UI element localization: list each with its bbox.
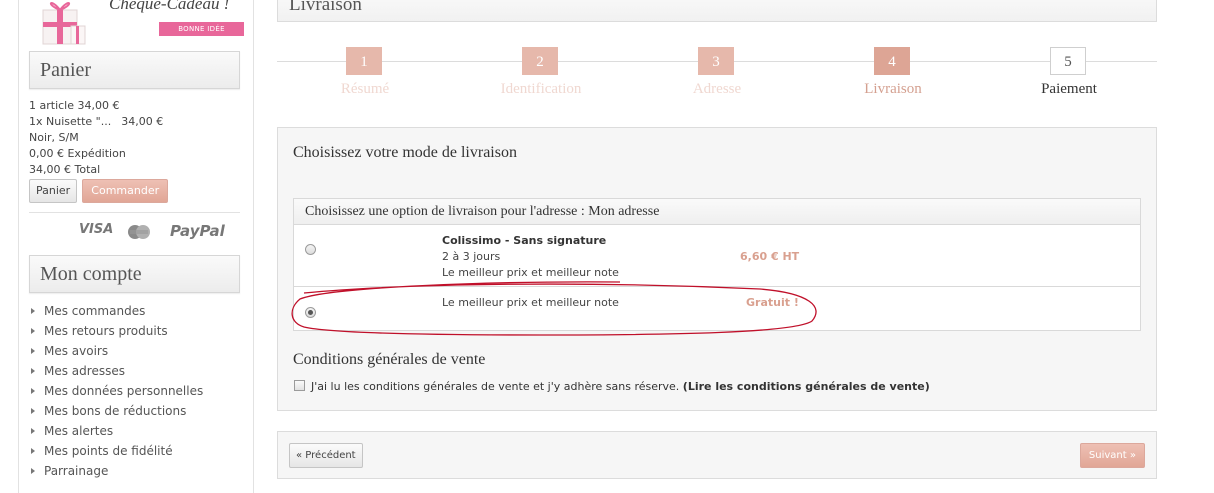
account-item-addresses[interactable]: Mes adresses: [29, 363, 203, 383]
mastercard-icon: [128, 225, 150, 239]
delivery-option-price: 6,60 € HT: [740, 250, 800, 263]
arrow-right-icon: [31, 328, 35, 334]
cart-buttons: Panier Commander: [29, 179, 169, 203]
cart-total: 34,00 € Total: [29, 163, 101, 176]
arrow-right-icon: [31, 468, 35, 474]
account-item-label: Mes points de fidélité: [44, 444, 173, 458]
account-item-label: Mes alertes: [44, 424, 114, 438]
payment-logos: VISA PayPal: [59, 222, 249, 242]
account-item-vouchers[interactable]: Mes bons de réductions: [29, 403, 203, 423]
account-item-orders[interactable]: Mes commandes: [29, 303, 203, 323]
terms-checkbox[interactable]: [294, 380, 305, 391]
step-3-label[interactable]: Adresse: [637, 81, 797, 98]
arrow-right-icon: [31, 368, 35, 374]
arrow-right-icon: [31, 428, 35, 434]
arrow-right-icon: [31, 308, 35, 314]
delivery-option-note: Le meilleur prix et meilleur note: [442, 296, 619, 309]
account-menu: Mes commandes Mes retours produits Mes a…: [29, 303, 203, 483]
gift-box-icon: [42, 2, 86, 45]
gift-card-title: Chèque-Cadeau !: [109, 0, 230, 13]
cart-item: 1x Nuisette "... 34,00 €: [29, 114, 239, 130]
sidebar-divider: [29, 212, 240, 213]
delivery-option-row[interactable]: Le meilleur prix et meilleur note Gratui…: [294, 288, 1140, 330]
account-item-alerts[interactable]: Mes alertes: [29, 423, 203, 443]
cart-item-price: 34,00 €: [121, 115, 164, 128]
gift-card-tag: BONNE IDÉE: [159, 22, 244, 36]
arrow-right-icon: [31, 348, 35, 354]
account-item-label: Mes adresses: [44, 364, 125, 378]
step-5-label: Paiement: [1041, 81, 1097, 97]
delivery-option-note: Le meilleur prix et meilleur note: [442, 266, 619, 279]
step-4-label: Livraison: [864, 81, 922, 97]
delivery-option-delay: 2 à 3 jours: [442, 250, 501, 263]
account-item-personal-data[interactable]: Mes données personnelles: [29, 383, 203, 403]
visa-logo: VISA: [79, 222, 114, 237]
terms-label[interactable]: J'ai lu les conditions générales de vent…: [311, 380, 930, 393]
cart-count: 1 article 34,00 €: [29, 99, 120, 112]
delivery-panel: Choisissez votre mode de livraison Chois…: [277, 127, 1157, 411]
step-1-number: 1: [346, 47, 382, 75]
delivery-option-radio[interactable]: [305, 244, 316, 255]
page-header: Livraison: [277, 0, 1157, 22]
gift-card-banner[interactable]: Chèque-Cadeau ! BONNE IDÉE: [29, 0, 251, 48]
cart-button[interactable]: Panier: [29, 179, 78, 203]
terms-link[interactable]: (Lire les conditions générales de vente): [683, 380, 930, 393]
account-item-returns[interactable]: Mes retours produits: [29, 323, 203, 343]
page-title: Livraison: [289, 0, 362, 15]
previous-button[interactable]: « Précédent: [289, 443, 363, 468]
terms-title: Conditions générales de vente: [293, 351, 486, 368]
account-item-loyalty[interactable]: Mes points de fidélité: [29, 443, 203, 463]
cart-shipping: 0,00 € Expédition: [29, 147, 126, 160]
step-5-number: 5: [1050, 47, 1086, 75]
cart-item-variant: Noir, S/M: [29, 131, 79, 144]
step-2-number: 2: [522, 47, 558, 75]
step-1-label[interactable]: Résumé: [285, 81, 445, 98]
delivery-option-price: Gratuit !: [746, 296, 799, 309]
step-3-number: 3: [698, 47, 734, 75]
account-item-label: Mes avoirs: [44, 344, 109, 358]
account-item-label: Mes données personnelles: [44, 384, 204, 398]
account-heading[interactable]: Mon compte: [29, 255, 240, 293]
paypal-logo: PayPal: [170, 222, 225, 240]
cart-summary: 1 article 34,00 € 1x Nuisette "... 34,00 …: [29, 98, 239, 178]
delivery-options-header: Choisissez une option de livraison pour …: [294, 199, 1140, 225]
account-item-credits[interactable]: Mes avoirs: [29, 343, 203, 363]
account-item-label: Parrainage: [44, 464, 109, 478]
step-2-label[interactable]: Identification: [461, 81, 621, 98]
terms-text: J'ai lu les conditions générales de vent…: [311, 380, 680, 393]
left-sidebar: Chèque-Cadeau ! BONNE IDÉE Panier 1 arti…: [18, 0, 254, 493]
next-button[interactable]: Suivant »: [1079, 443, 1145, 468]
delivery-title: Choisissez votre mode de livraison: [293, 144, 517, 161]
delivery-option-row[interactable]: Colissimo - Sans signature 2 à 3 jours L…: [294, 226, 1140, 287]
arrow-right-icon: [31, 448, 35, 454]
account-item-label: Mes retours produits: [44, 324, 168, 338]
cart-heading[interactable]: Panier: [29, 51, 240, 89]
cart-item-name[interactable]: 1x Nuisette "...: [29, 115, 111, 128]
step-4-number: 4: [874, 47, 910, 75]
account-item-referral[interactable]: Parrainage: [29, 463, 203, 483]
delivery-options-table: Choisissez une option de livraison pour …: [293, 198, 1141, 331]
delivery-option-name: Colissimo - Sans signature: [442, 234, 607, 247]
delivery-option-radio-selected[interactable]: [305, 307, 316, 318]
account-item-label: Mes commandes: [44, 304, 146, 318]
arrow-right-icon: [31, 408, 35, 414]
account-item-label: Mes bons de réductions: [44, 404, 187, 418]
order-button[interactable]: Commander: [82, 179, 169, 203]
arrow-right-icon: [31, 388, 35, 394]
navigation-bar: « Précédent Suivant »: [277, 431, 1157, 479]
